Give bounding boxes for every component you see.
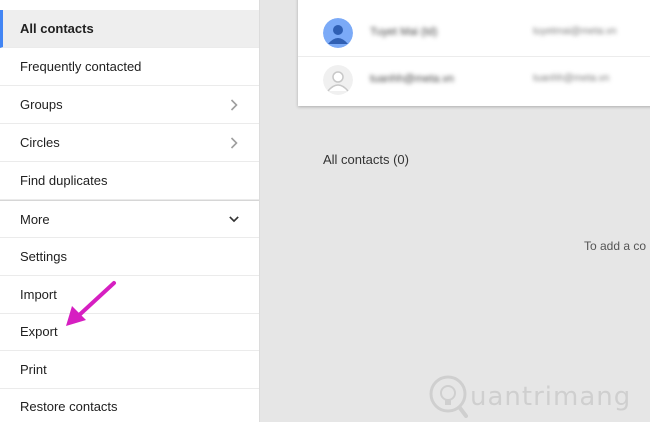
sidebar-item-label: Restore contacts bbox=[20, 399, 118, 414]
sidebar-item-label: Circles bbox=[20, 135, 60, 150]
watermark-text: uantrimang bbox=[470, 382, 632, 412]
contact-name: Tuyet Mai (td) bbox=[370, 26, 438, 38]
contact-name: tuanhh@meta.vn bbox=[370, 73, 454, 85]
contact-email: tuyetmai@meta.vn bbox=[533, 26, 617, 37]
sidebar-item-restore-contacts[interactable]: Restore contacts bbox=[0, 388, 259, 422]
lightbulb-icon bbox=[429, 375, 468, 418]
contacts-card: Tuyet Mai (td) tuyetmai@meta.vn tuanhh@m… bbox=[298, 0, 650, 106]
sidebar-item-more[interactable]: More bbox=[0, 200, 259, 238]
sidebar-item-find-duplicates[interactable]: Find duplicates bbox=[0, 162, 259, 200]
sidebar-item-groups[interactable]: Groups bbox=[0, 86, 259, 124]
sidebar-item-settings[interactable]: Settings bbox=[0, 238, 259, 276]
sidebar-item-label: All contacts bbox=[20, 21, 94, 36]
avatar bbox=[323, 65, 353, 95]
sidebar-item-label: Groups bbox=[20, 97, 63, 112]
sidebar-item-label: Import bbox=[20, 287, 57, 302]
chevron-right-icon bbox=[229, 98, 239, 112]
chevron-right-icon bbox=[229, 136, 239, 150]
chevron-down-icon bbox=[229, 212, 239, 226]
watermark-logo: uantrimang bbox=[428, 374, 650, 422]
pointer-arrow-icon bbox=[66, 281, 116, 326]
main-content: Tuyet Mai (td) tuyetmai@meta.vn tuanhh@m… bbox=[261, 0, 650, 422]
sidebar-item-all-contacts[interactable]: All contacts bbox=[0, 10, 259, 48]
sidebar-item-label: Print bbox=[20, 362, 47, 377]
avatar bbox=[323, 18, 353, 48]
sidebar-item-label: Export bbox=[20, 324, 58, 339]
sidebar-item-import[interactable]: Import bbox=[0, 276, 259, 314]
sidebar-item-frequently-contacted[interactable]: Frequently contacted bbox=[0, 48, 259, 86]
contact-email: tuanhh@meta.vn bbox=[533, 73, 610, 84]
empty-state-hint: To add a co bbox=[584, 239, 647, 253]
sidebar: All contacts Frequently contacted Groups… bbox=[0, 0, 260, 422]
contacts-count-label: All contacts (0) bbox=[323, 152, 409, 167]
sidebar-item-export[interactable]: Export bbox=[0, 313, 259, 351]
sidebar-item-label: Settings bbox=[20, 249, 67, 264]
sidebar-item-label: Frequently contacted bbox=[20, 59, 142, 74]
contact-row[interactable]: Tuyet Mai (td) tuyetmai@meta.vn bbox=[298, 10, 650, 56]
sidebar-item-circles[interactable]: Circles bbox=[0, 124, 259, 162]
contact-row[interactable]: tuanhh@meta.vn tuanhh@meta.vn bbox=[298, 56, 650, 102]
sidebar-item-label: More bbox=[20, 211, 50, 227]
sidebar-item-label: Find duplicates bbox=[20, 173, 108, 188]
sidebar-item-print[interactable]: Print bbox=[0, 351, 259, 389]
